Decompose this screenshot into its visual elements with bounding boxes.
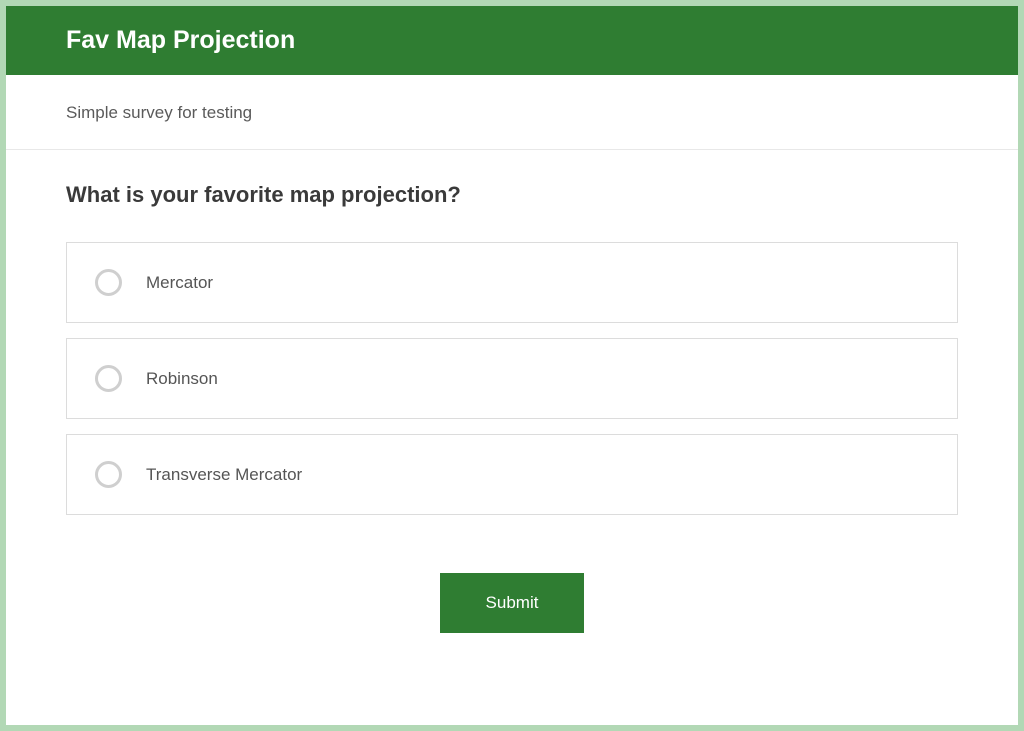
option-mercator[interactable]: Mercator (66, 242, 958, 323)
survey-description: Simple survey for testing (6, 75, 1018, 150)
options-list: Mercator Robinson Transverse Mercator (66, 242, 958, 515)
submit-section: Submit (66, 515, 958, 633)
radio-icon (95, 269, 122, 296)
survey-title: Fav Map Projection (66, 26, 958, 55)
radio-icon (95, 461, 122, 488)
option-robinson[interactable]: Robinson (66, 338, 958, 419)
survey-body: What is your favorite map projection? Me… (6, 150, 1018, 665)
radio-icon (95, 365, 122, 392)
question-text: What is your favorite map projection? (66, 182, 958, 208)
option-transverse-mercator[interactable]: Transverse Mercator (66, 434, 958, 515)
option-label: Transverse Mercator (146, 465, 302, 485)
submit-button[interactable]: Submit (440, 573, 585, 633)
option-label: Mercator (146, 273, 213, 293)
option-label: Robinson (146, 369, 218, 389)
survey-container: Fav Map Projection Simple survey for tes… (6, 6, 1018, 725)
survey-header: Fav Map Projection (6, 6, 1018, 75)
